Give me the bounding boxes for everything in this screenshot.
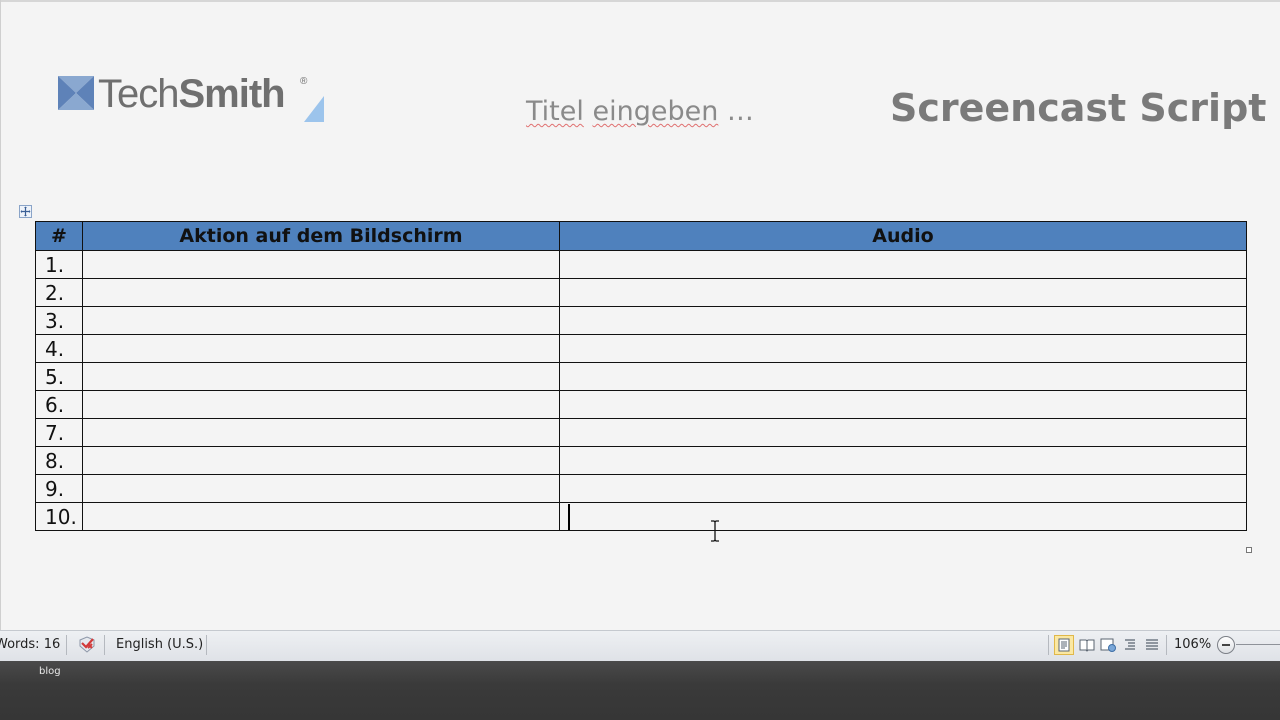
row-number[interactable]: 1. [35,250,83,279]
action-cell[interactable] [82,278,560,307]
audio-cell[interactable] [559,334,1247,363]
row-number[interactable]: 9. [35,474,83,503]
full-screen-reading-icon[interactable] [1077,635,1097,655]
action-cell[interactable] [82,306,560,335]
status-separator [104,635,105,655]
row-number[interactable]: 5. [35,362,83,391]
table-row: 5. [35,362,1247,391]
proofing-check-icon[interactable] [76,634,98,656]
audio-cell[interactable] [559,446,1247,475]
status-separator [206,635,207,655]
action-cell[interactable] [82,250,560,279]
page-left-edge [0,0,1,632]
ibeam-cursor-icon [711,520,719,542]
header-audio[interactable]: Audio [559,221,1247,251]
techsmith-logo-mark-icon [58,76,94,110]
zoom-level[interactable]: 106% [1174,631,1211,659]
zoom-slider[interactable] [1236,644,1280,645]
action-cell[interactable] [82,390,560,419]
table-row: 9. [35,474,1247,503]
table-row: 10. [35,502,1247,531]
title-placeholder-ellipsis: … [718,96,754,127]
logo-registered-mark: ® [300,76,308,87]
page-top-edge [0,0,1280,2]
action-cell[interactable] [82,474,560,503]
table-row: 7. [35,418,1247,447]
action-cell[interactable] [82,418,560,447]
status-separator [1048,635,1049,655]
logo-wordmark: TechSmith [98,70,286,118]
table-row: 8. [35,446,1247,475]
word-document-window: TechSmith ® Titel eingeben … Screencast … [0,0,1280,720]
action-cell[interactable] [82,362,560,391]
table-row: 6. [35,390,1247,419]
document-title: Screencast Script [890,86,1267,130]
print-layout-icon[interactable] [1054,635,1074,655]
audio-cell[interactable] [559,418,1247,447]
row-number[interactable]: 8. [35,446,83,475]
text-caret [568,503,570,530]
footer-blog-label: blog [39,666,61,677]
logo-wordmark-light: Tech [98,72,179,116]
title-placeholder-word2: eingeben [592,96,719,127]
draft-icon[interactable] [1142,635,1162,655]
outline-icon[interactable] [1120,635,1140,655]
audio-cell[interactable] [559,278,1247,307]
header-number[interactable]: # [35,221,83,251]
title-placeholder-word1: Titel [526,96,584,127]
audio-cell[interactable] [559,362,1247,391]
audio-cell-active[interactable] [559,502,1247,531]
row-number[interactable]: 2. [35,278,83,307]
web-layout-icon[interactable] [1098,635,1118,655]
techsmith-logo: TechSmith ® [58,70,328,126]
action-cell[interactable] [82,502,560,531]
table-row: 1. [35,250,1247,279]
audio-cell[interactable] [559,306,1247,335]
word-count[interactable]: Words: 16 [0,631,60,659]
table-header-row: # Aktion auf dem Bildschirm Audio [35,221,1247,251]
header-action[interactable]: Aktion auf dem Bildschirm [82,221,560,251]
status-separator [1166,635,1167,655]
table-resize-handle[interactable] [1246,547,1252,553]
table-move-handle-icon[interactable] [19,205,32,218]
row-number[interactable]: 4. [35,334,83,363]
logo-corner-accent-icon [304,96,324,122]
row-number[interactable]: 3. [35,306,83,335]
row-number[interactable]: 7. [35,418,83,447]
audio-cell[interactable] [559,474,1247,503]
audio-cell[interactable] [559,390,1247,419]
row-number[interactable]: 6. [35,390,83,419]
zoom-out-icon[interactable] [1217,636,1235,654]
action-cell[interactable] [82,334,560,363]
status-separator [66,635,67,655]
audio-cell[interactable] [559,250,1247,279]
row-number[interactable]: 10. [35,502,83,531]
status-bar: Words: 16 English (U.S.) 106% [0,630,1280,662]
language-indicator[interactable]: English (U.S.) [116,631,203,659]
footer-band: blog [0,661,1280,720]
logo-wordmark-bold: Smith [178,72,286,116]
title-placeholder-field[interactable]: Titel eingeben … [526,92,766,132]
action-cell[interactable] [82,446,560,475]
table-row: 4. [35,334,1247,363]
script-table: # Aktion auf dem Bildschirm Audio 1. 2. … [35,221,1247,531]
table-row: 2. [35,278,1247,307]
table-row: 3. [35,306,1247,335]
